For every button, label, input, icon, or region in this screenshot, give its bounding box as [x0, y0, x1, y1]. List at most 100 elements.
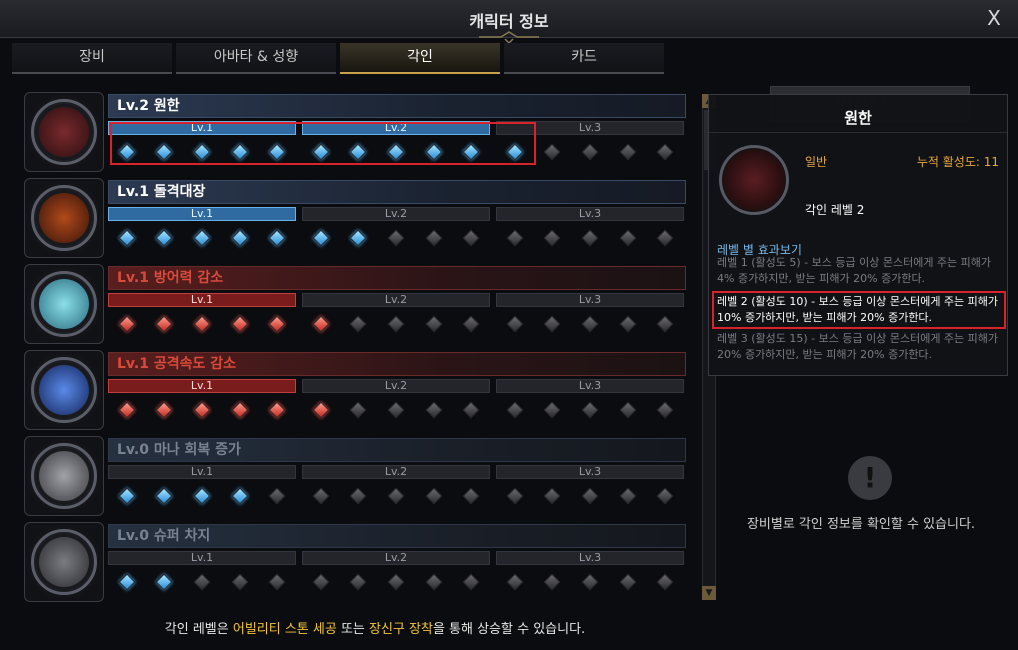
level-bar: Lv.1 Lv.2 Lv.3 [108, 293, 686, 341]
gem-group [302, 567, 490, 597]
info-text: 장비별로 각인 정보를 확인할 수 있습니다. [746, 517, 976, 532]
gem-icon [619, 487, 637, 505]
tab-card[interactable]: 카드 [504, 43, 664, 74]
gem-icon [462, 487, 480, 505]
gem-icon [387, 573, 405, 591]
emblem-core [39, 365, 89, 415]
gem-icon [268, 315, 286, 333]
tab-equipment[interactable]: 장비 [12, 43, 172, 74]
level-bar: Lv.1 Lv.2 Lv.3 [108, 551, 686, 599]
level-label: Lv.3 [496, 207, 684, 221]
gem-icon [193, 229, 211, 247]
engraving-name: Lv.0 마나 회복 증가 [108, 438, 686, 462]
level-label: Lv.3 [496, 293, 684, 307]
gem-group [496, 223, 684, 253]
gem-group [108, 309, 296, 339]
level-label: Lv.1 [108, 465, 296, 479]
engraving-row[interactable]: Lv.0 슈퍼 차지 Lv.1 Lv.2 Lv.3 [24, 522, 688, 604]
window-title: 캐릭터 정보 [469, 12, 549, 31]
gem-icon [312, 487, 330, 505]
shield-break-icon [24, 264, 104, 344]
tooltip-level: 각인 레벨 2 [805, 203, 865, 217]
gem-icon [543, 229, 561, 247]
gem-group [496, 309, 684, 339]
gem-icon [155, 401, 173, 419]
emblem-core [39, 279, 89, 329]
gem-icon [581, 143, 599, 161]
tab-avatar[interactable]: 아바타 & 성향 [176, 43, 336, 74]
tooltip-highlight-box [712, 291, 1006, 329]
gem-icon [619, 401, 637, 419]
gem-icon [425, 573, 443, 591]
level-label: Lv.1 [108, 293, 296, 307]
gem-icon [155, 315, 173, 333]
gem-icon [312, 401, 330, 419]
gem-group [302, 481, 490, 511]
gem-icon [506, 315, 524, 333]
tooltip-title: 원한 [709, 103, 1007, 133]
engraving-row[interactable]: Lv.0 마나 회복 증가 Lv.1 Lv.2 Lv.3 [24, 436, 688, 518]
info-icon: ! [848, 456, 892, 500]
close-button[interactable]: X [982, 6, 1006, 30]
gem-icon [155, 229, 173, 247]
emblem-core [39, 107, 89, 157]
gem-icon [155, 487, 173, 505]
scroll-down-button[interactable]: ▼ [702, 586, 716, 600]
level-segment: Lv.3 [496, 207, 684, 255]
gem-icon [543, 143, 561, 161]
gem-group [496, 567, 684, 597]
gem-icon [155, 573, 173, 591]
gem-icon [581, 229, 599, 247]
gem-icon [387, 315, 405, 333]
gem-icon [268, 487, 286, 505]
gem-group [496, 481, 684, 511]
gem-icon [312, 229, 330, 247]
gem-icon [268, 229, 286, 247]
gem-icon [506, 401, 524, 419]
speed-down-icon [24, 350, 104, 430]
gem-group [108, 567, 296, 597]
bottom-highlight-1: 어빌리티 스톤 세공 [232, 622, 337, 637]
gem-group [108, 481, 296, 511]
engraving-name: Lv.1 돌격대장 [108, 180, 686, 204]
engraving-name: Lv.2 원한 [108, 94, 686, 118]
gem-icon [349, 573, 367, 591]
gem-icon [387, 487, 405, 505]
gem-icon [656, 143, 674, 161]
gem-icon [193, 401, 211, 419]
gem-group [496, 395, 684, 425]
tab-engraving[interactable]: 각인 [340, 43, 500, 74]
highlight-box [110, 122, 536, 165]
level-segment: Lv.2 [302, 379, 490, 427]
gem-icon [118, 487, 136, 505]
tab-bar: 장비 아바타 & 성향 각인 카드 [12, 43, 664, 74]
gem-group [108, 395, 296, 425]
gem-icon [619, 143, 637, 161]
wolf-emblem-icon [719, 145, 789, 215]
engraving-name: Lv.0 슈퍼 차지 [108, 524, 686, 548]
tooltip-level-3: 레벨 3 (활성도 15) - 보스 등급 이상 몬스터에게 주는 피해가 20… [717, 332, 999, 361]
gem-icon [425, 229, 443, 247]
gem-icon [231, 401, 249, 419]
title-bar: 캐릭터 정보 X [0, 0, 1018, 44]
level-label: Lv.1 [108, 551, 296, 565]
level-segment: Lv.3 [496, 379, 684, 427]
engraving-row[interactable]: Lv.1 돌격대장 Lv.1 Lv.2 Lv.3 [24, 178, 688, 260]
level-label: Lv.3 [496, 379, 684, 393]
level-label: Lv.2 [302, 293, 490, 307]
level-segment: Lv.1 [108, 379, 296, 427]
bottom-text-part3: 을 통해 상승할 수 있습니다. [432, 622, 586, 637]
engraving-row[interactable]: Lv.1 공격속도 감소 Lv.1 Lv.2 Lv.3 [24, 350, 688, 432]
gem-icon [581, 401, 599, 419]
gem-icon [231, 487, 249, 505]
gem-group [302, 395, 490, 425]
gem-icon [349, 401, 367, 419]
gem-icon [543, 573, 561, 591]
gem-icon [656, 315, 674, 333]
engraving-row[interactable]: Lv.1 방어력 감소 Lv.1 Lv.2 Lv.3 [24, 264, 688, 346]
level-segment: Lv.2 [302, 293, 490, 341]
emblem-core [39, 537, 89, 587]
gem-icon [543, 401, 561, 419]
engraving-list: Lv.2 원한 Lv.1 Lv.2 Lv.3 Lv.1 돌격대장 Lv.1 Lv.2 Lv.3… [24, 92, 688, 604]
level-segment: Lv.2 [302, 465, 490, 513]
